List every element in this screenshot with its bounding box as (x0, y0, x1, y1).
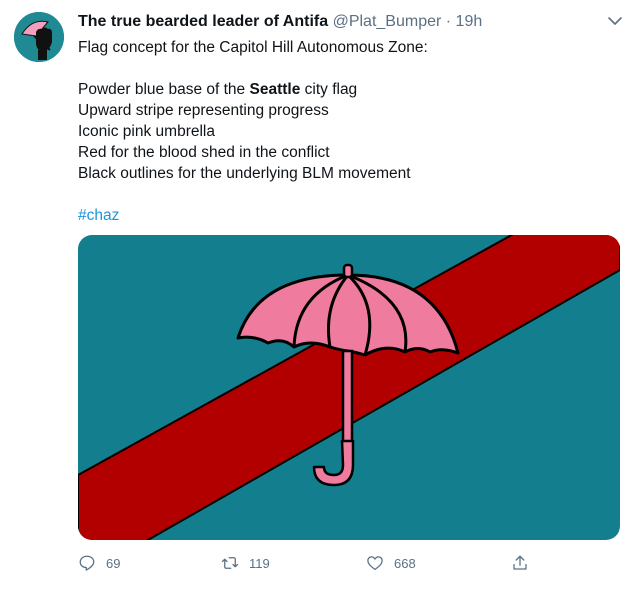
tweet-image[interactable] (78, 235, 620, 540)
tweet-line-5: Iconic pink umbrella (78, 123, 215, 140)
display-name[interactable]: The true bearded leader of Antifa (78, 13, 328, 30)
avatar[interactable] (14, 12, 64, 62)
tweet-line-2 (78, 58, 618, 79)
tweet-line-1: Flag concept for the Capitol Hill Autono… (78, 39, 428, 56)
tweet-text: Flag concept for the Capitol Hill Autono… (78, 37, 618, 226)
tweet-line-7: Black outlines for the underlying BLM mo… (78, 165, 411, 182)
user-handle[interactable]: @Plat_Bumper (333, 13, 442, 30)
tweet-actions: 69 119 668 (78, 551, 538, 575)
heart-icon (367, 556, 383, 571)
pink-umbrella-fist-icon (14, 12, 64, 62)
tweet-spacer (78, 184, 618, 205)
separator: · (445, 13, 452, 30)
reply-icon (79, 555, 95, 571)
timestamp[interactable]: 19h (456, 13, 483, 30)
tweet-line-4: Upward stripe representing progress (78, 102, 329, 119)
retweet-button[interactable]: 119 (221, 551, 270, 575)
like-count: 668 (394, 555, 416, 571)
retweet-count: 119 (249, 555, 270, 571)
reply-count: 69 (106, 555, 121, 571)
tweet[interactable]: The true bearded leader of Antifa @Plat_… (0, 0, 640, 590)
like-button[interactable]: 668 (366, 551, 416, 575)
tweet-line-3-tail: city flag (300, 81, 358, 98)
chaz-flag-image (78, 235, 620, 540)
tweet-header: The true bearded leader of Antifa @Plat_… (78, 12, 600, 32)
tweet-line-3: Powder blue base of the Seattle city fla… (78, 79, 618, 100)
seattle-bold-text: Seattle (249, 81, 301, 98)
tweet-line-3-head: Powder blue base of the (78, 81, 250, 98)
share-button[interactable] (511, 551, 539, 575)
chevron-down-icon (608, 17, 622, 25)
hashtag-link[interactable]: #chaz (78, 205, 618, 226)
share-icon (513, 555, 527, 570)
tweet-line-6: Red for the blood shed in the conflict (78, 144, 330, 161)
more-options-button[interactable] (606, 12, 624, 30)
reply-button[interactable]: 69 (78, 551, 120, 575)
retweet-icon (221, 557, 239, 569)
